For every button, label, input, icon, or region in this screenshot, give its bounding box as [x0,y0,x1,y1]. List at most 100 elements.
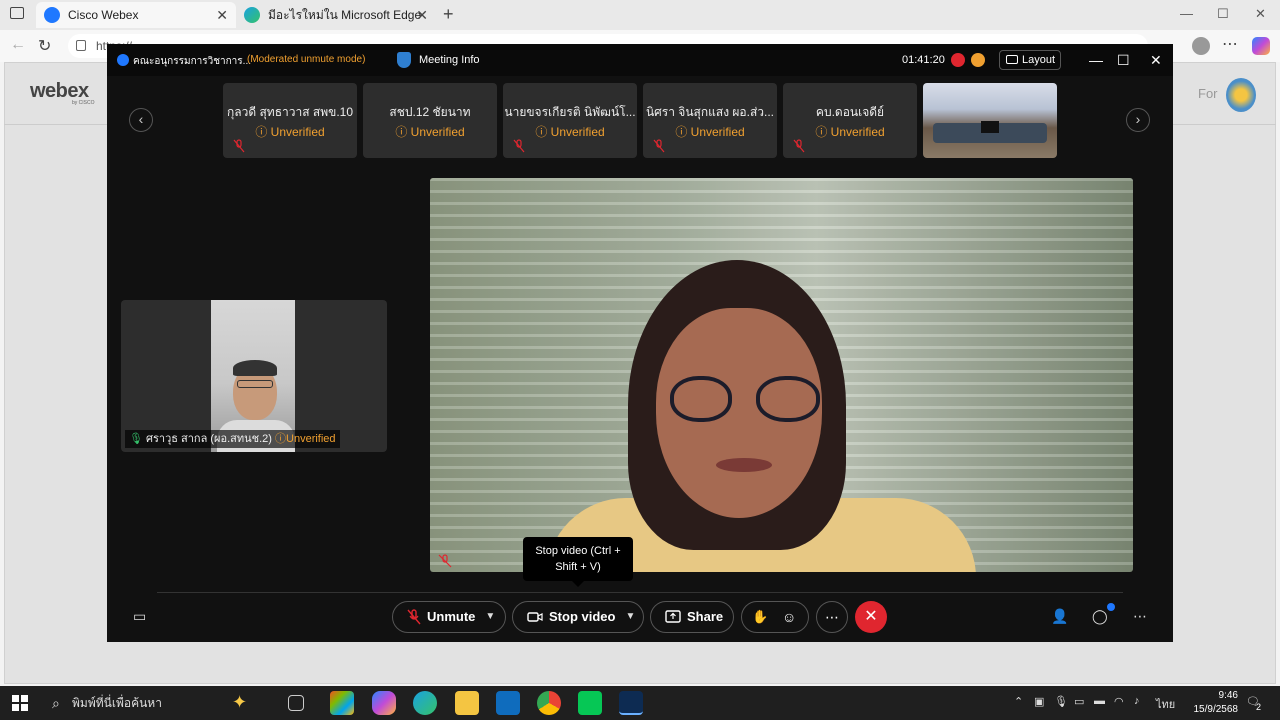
prev-participants-button[interactable]: ‹ [129,108,153,132]
edge-favicon-icon [244,7,260,23]
unmute-label: Unmute [427,609,476,624]
copilot-icon[interactable] [1252,37,1270,55]
close-tab-icon[interactable]: ✕ [216,7,228,24]
back-icon[interactable]: ← [10,36,26,54]
page-right-text: For [1198,86,1218,101]
chat-icon[interactable]: ◯ [1092,608,1108,625]
video-room-screen [981,121,999,133]
chat-notification-dot [1107,603,1115,611]
tab-edge-whats-new[interactable]: มีอะไรใหม่ใน Microsoft Edge ✕ [236,2,436,28]
raise-hand-icon[interactable]: ✋ [752,602,768,632]
participant-tile[interactable]: คบ.ดอนเจดีย์ ⓘ Unverified [783,83,917,158]
webex-favicon-icon [44,7,60,23]
new-tab-icon[interactable]: + [443,4,454,25]
participant-name: คบ.ดอนเจดีย์ [815,105,885,119]
file-explorer-icon[interactable] [455,691,479,715]
participant-tile[interactable]: กุลวดี สุทธาวาส สพข.10 ⓘ Unverified [223,83,357,158]
wifi-icon[interactable]: ◠ [1114,695,1124,708]
participant-status: ⓘ Unverified [675,125,745,139]
clock-time: 9:46 [1218,690,1238,701]
muted-mic-icon [407,609,421,625]
organization-seal-icon [1226,78,1256,112]
maximize-icon[interactable]: ☐ [1217,6,1229,22]
camera-tray-icon[interactable]: ▭ [1074,695,1084,708]
minimize-meeting-icon[interactable]: — [1089,52,1103,68]
active-speaker-video[interactable] [430,178,1133,572]
meeting-title: คณะอนุกรรมการวิชาการ... [133,56,252,67]
close-meeting-icon[interactable]: ✕ [1150,52,1162,69]
minimize-icon[interactable]: — [1180,6,1193,21]
participant-tile[interactable]: นายขจรเกียรติ นิพัฒน์โ... ⓘ Unverified [503,83,637,158]
share-icon [665,610,681,623]
mic-icon: 🎙 [129,433,143,445]
line-app-icon[interactable] [578,691,602,715]
search-icon: ⌕ [52,695,60,711]
battery-icon[interactable]: ▬ [1094,695,1105,707]
more-menu-icon[interactable]: ⋯ [1222,34,1238,54]
input-language[interactable]: ไทย [1156,695,1175,713]
participant-video-tile[interactable] [923,83,1057,158]
share-label: Share [687,609,724,624]
close-tab-icon[interactable]: ✕ [416,7,428,24]
leave-meeting-button[interactable]: ✕ [855,601,887,633]
close-window-icon[interactable]: ✕ [1255,6,1266,22]
participant-status: ⓘ Unverified [255,125,325,139]
unmute-button[interactable]: Unmute ▼ [392,601,506,633]
next-participants-button[interactable]: › [1126,108,1150,132]
volume-icon[interactable]: ♪ [1134,695,1140,707]
microphone-icon[interactable]: 🎙 [1054,695,1068,708]
webex-logo-sub: by CISCO [72,100,95,106]
participant-tile[interactable]: นิศรา จินสุกแสง ผอ.ส่ว... ⓘ Unverified [643,83,777,158]
self-view[interactable]: 🎙 ศราวุธ สากล (ผอ.สทนช.2) ⓘUnverified [121,300,387,452]
stop-video-tooltip: Stop video (Ctrl + Shift + V) [523,537,633,587]
webex-app-icon [117,54,129,66]
maximize-meeting-icon[interactable]: ☐ [1117,52,1130,69]
emoji-reaction-icon[interactable]: ☺ [782,602,796,632]
store-icon[interactable] [330,691,354,715]
layout-label: Layout [1022,54,1056,66]
chrome-icon[interactable] [537,691,561,715]
captions-icon[interactable]: ▭ [133,608,146,625]
speaker-lips [716,458,772,472]
participant-name: กุลวดี สุทธาวาส สพข.10 [226,105,354,119]
tab-cisco-webex[interactable]: Cisco Webex ✕ [36,2,236,28]
more-panel-icon[interactable]: ⋯ [1133,608,1147,625]
participant-tile[interactable]: สชป.12 ชัยนาท ⓘ Unverified [363,83,497,158]
chevron-down-icon[interactable]: ▼ [485,602,495,632]
meeting-window: คณะอนุกรรมการวิชาการ... (Moderated unmut… [107,44,1173,642]
participant-status: ⓘ Unverified [395,125,465,139]
recording-icon [951,53,965,67]
shield-icon[interactable] [397,52,411,68]
share-button[interactable]: Share [650,601,734,633]
camera-icon [527,612,543,622]
participant-status: ⓘ Unverified [535,125,605,139]
profile-avatar-icon[interactable] [1192,37,1210,55]
participant-status: ⓘ Unverified [815,125,885,139]
speaker-glasses-right [756,376,820,422]
copilot-taskbar-icon[interactable] [372,691,396,715]
taskbar-clock[interactable]: 9:46 15/9/2568 [1182,689,1239,717]
refresh-icon[interactable]: ↻ [38,36,51,56]
speaker-glasses-left [670,376,732,422]
more-options-button[interactable]: ⋯ [816,601,848,633]
search-placeholder: พิมพ์ที่นี่เพื่อค้นหา [72,696,162,710]
windows-start-icon[interactable] [12,695,28,711]
webex-taskbar-icon[interactable] [619,691,643,715]
self-video-glasses [237,380,273,388]
meet-icon[interactable]: ▣ [1034,695,1044,708]
tab-actions-icon[interactable] [10,7,24,19]
chevron-down-icon[interactable]: ▼ [625,602,635,632]
outlook-icon[interactable] [496,691,520,715]
reactions-group: ✋ ☺ [741,601,809,633]
self-name: ศราวุธ สากล (ผอ.สทนช.2) [146,433,272,445]
stop-video-button[interactable]: Stop video ▼ [512,601,644,633]
meeting-info-button[interactable]: Meeting Info [419,54,480,66]
layout-button[interactable]: Layout [999,50,1061,70]
edge-taskbar-icon[interactable] [413,691,437,715]
participants-icon[interactable]: 👤 [1051,608,1068,625]
control-bar-divider [157,592,1123,593]
show-hidden-icons[interactable]: ⌃ [1014,695,1023,708]
task-view-icon[interactable] [288,695,304,711]
muted-mic-icon [513,139,525,153]
clock-date: 15/9/2568 [1193,704,1239,715]
